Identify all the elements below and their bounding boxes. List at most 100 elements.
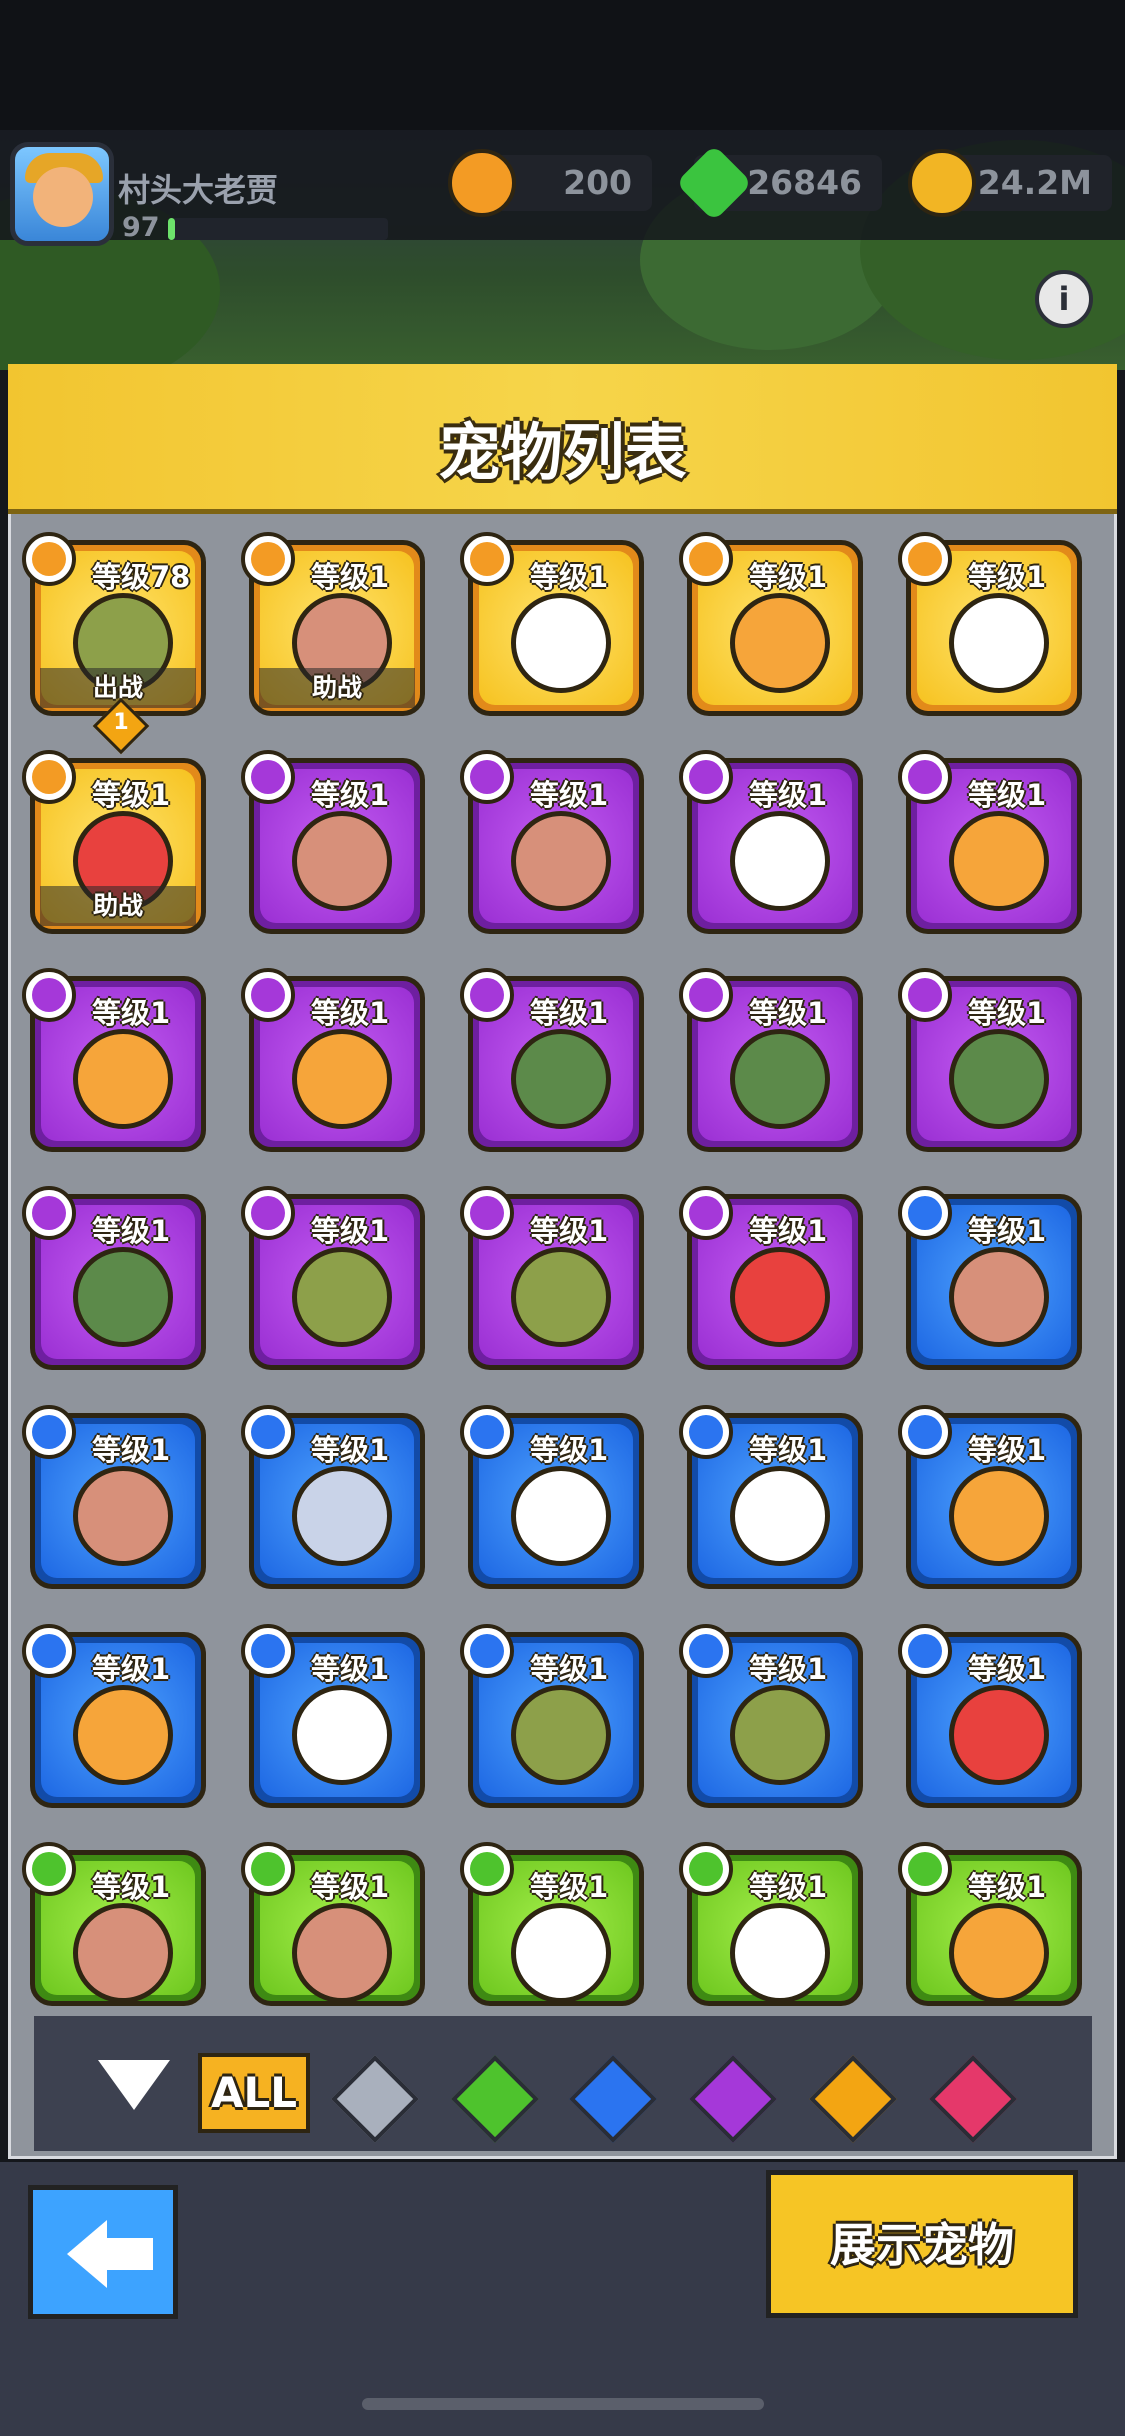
rarity-badge-icon <box>679 1186 733 1240</box>
robot-pet-icon <box>511 593 611 693</box>
robot-pet-icon <box>730 1903 830 2001</box>
pet-level-label: 等级1 <box>968 1433 1047 1467</box>
pet-level-label: 等级1 <box>311 560 390 594</box>
frog-pet-icon <box>511 1685 611 1785</box>
fish-pet-icon <box>73 1685 173 1785</box>
back-button[interactable] <box>28 2185 178 2319</box>
eagle-pet-icon <box>292 1685 392 1785</box>
status-bar-area <box>0 0 1125 130</box>
rank-number: 1 <box>113 710 129 735</box>
pet-level-label: 等级1 <box>749 996 828 1030</box>
dog-pet-icon <box>73 1903 173 2001</box>
rarity-badge-icon <box>898 532 952 586</box>
rarity-badge-icon <box>898 1624 952 1678</box>
dog-pet-icon <box>949 1247 1049 1347</box>
turtle-pet-icon <box>730 1029 830 1129</box>
turtle-pet-icon <box>73 1247 173 1347</box>
dog-pet-icon <box>511 811 611 911</box>
rarity-badge-icon <box>241 750 295 804</box>
frog-pet-icon <box>511 1247 611 1347</box>
rarity-badge-icon <box>22 1624 76 1678</box>
coin-plus-icon <box>908 149 976 217</box>
rarity-badge-icon <box>241 1624 295 1678</box>
crab-pet-icon <box>730 1247 830 1347</box>
pet-level-label: 等级1 <box>968 1214 1047 1248</box>
chevron-down-icon[interactable] <box>98 2060 170 2110</box>
rarity-badge-icon <box>898 750 952 804</box>
robot-pet-icon <box>730 1466 830 1566</box>
rarity-badge-icon <box>679 532 733 586</box>
rarity-badge-icon <box>22 750 76 804</box>
rarity-badge-icon <box>679 1405 733 1459</box>
pet-level-label: 等级1 <box>530 1870 609 1904</box>
rarity-badge-icon <box>22 1842 76 1896</box>
pet-level-label: 等级1 <box>92 996 171 1030</box>
turtle-pet-icon <box>511 1029 611 1129</box>
currency-coin-orange[interactable]: 200 <box>448 149 652 217</box>
pet-level-label: 等级1 <box>968 996 1047 1030</box>
pet-level-label: 等级1 <box>311 778 390 812</box>
cat-pet-icon <box>292 1466 392 1566</box>
rarity-badge-icon <box>460 1186 514 1240</box>
pet-level-label: 等级1 <box>530 1214 609 1248</box>
rarity-badge-icon <box>241 1405 295 1459</box>
back-arrow-icon <box>67 2220 107 2288</box>
currency-gem-green[interactable]: 26846 <box>675 144 882 222</box>
pet-level-label: 等级1 <box>749 1433 828 1467</box>
rarity-badge-icon <box>679 968 733 1022</box>
rarity-badge-icon <box>241 1842 295 1896</box>
rarity-badge-icon <box>241 1186 295 1240</box>
rarity-badge-icon <box>460 1624 514 1678</box>
pet-level-label: 等级1 <box>530 560 609 594</box>
filter-bar <box>34 2016 1092 2151</box>
xp-bar <box>168 218 388 240</box>
rarity-badge-icon <box>241 532 295 586</box>
pet-level-label: 等级1 <box>968 560 1047 594</box>
fish-pet-icon <box>292 1029 392 1129</box>
currency-coin-gold[interactable]: 24.2M <box>908 149 1112 217</box>
rarity-badge-icon <box>898 1405 952 1459</box>
pet-level-label: 等级1 <box>311 1870 390 1904</box>
pet-level-label: 等级1 <box>311 1214 390 1248</box>
pet-level-label: 等级1 <box>749 1652 828 1686</box>
rarity-badge-icon <box>241 968 295 1022</box>
rarity-badge-icon <box>460 968 514 1022</box>
home-indicator <box>362 2398 764 2410</box>
rarity-badge-icon <box>460 1842 514 1896</box>
pet-level-label: 等级1 <box>530 996 609 1030</box>
rarity-badge-icon <box>460 1405 514 1459</box>
pet-level-label: 等级1 <box>530 1433 609 1467</box>
rarity-badge-icon <box>460 532 514 586</box>
player-avatar[interactable] <box>10 142 114 246</box>
pet-level-label: 等级1 <box>749 560 828 594</box>
pet-level-label: 等级1 <box>92 778 171 812</box>
pet-status-label: 助战 <box>40 886 196 926</box>
dog-pet-icon <box>292 1903 392 2001</box>
coin-icon <box>448 149 516 217</box>
fish-pet-icon <box>949 1903 1049 2001</box>
pet-level-label: 等级1 <box>92 1433 171 1467</box>
dog-pet-icon <box>73 1466 173 1566</box>
rarity-badge-icon <box>898 1842 952 1896</box>
rarity-badge-icon <box>679 1842 733 1896</box>
pet-level-label: 等级1 <box>968 1870 1047 1904</box>
fish-pet-icon <box>73 1029 173 1129</box>
rarity-badge-icon <box>679 750 733 804</box>
turtle-pet-icon <box>949 1029 1049 1129</box>
pet-level-label: 等级1 <box>968 778 1047 812</box>
dog-pet-icon <box>292 811 392 911</box>
player-name: 村头大老贾 <box>118 171 279 209</box>
robot-pet-icon <box>511 1903 611 2001</box>
fish-pet-icon <box>949 811 1049 911</box>
pet-level-label: 等级1 <box>311 996 390 1030</box>
pet-level-label: 等级1 <box>92 1652 171 1686</box>
pet-level-label: 等级1 <box>749 1214 828 1248</box>
filter-all-button[interactable]: ALL <box>198 2053 310 2133</box>
pet-level-label: 等级1 <box>530 1652 609 1686</box>
panel-titlebar: 宠物列表 <box>8 364 1117 514</box>
info-icon[interactable]: i <box>1035 270 1093 328</box>
panel-title: 宠物列表 <box>438 416 687 489</box>
rarity-badge-icon <box>22 1186 76 1240</box>
pet-level-label: 等级1 <box>749 778 828 812</box>
show-pet-button[interactable]: 展示宠物 <box>766 2170 1078 2318</box>
